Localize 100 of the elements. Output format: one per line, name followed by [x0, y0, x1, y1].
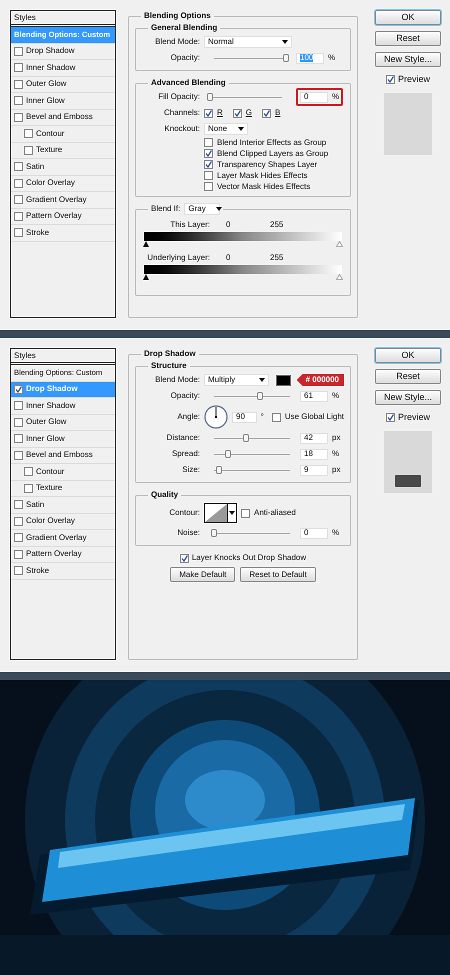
- checkbox[interactable]: [14, 112, 23, 122]
- button[interactable]: Reset: [375, 369, 441, 384]
- checkbox[interactable]: [14, 195, 23, 204]
- checkbox[interactable]: [24, 146, 33, 155]
- style-label: Outer Glow: [26, 78, 66, 90]
- checkbox[interactable]: [14, 46, 23, 56]
- checkbox[interactable]: [204, 149, 213, 158]
- slider-thumb[interactable]: [207, 92, 213, 100]
- style-item[interactable]: Inner Glow: [11, 431, 115, 448]
- slider-thumb[interactable]: [211, 528, 217, 536]
- field-label: Blend If:: [151, 203, 180, 215]
- group-title: Quality: [150, 489, 180, 501]
- checkbox[interactable]: [14, 450, 23, 460]
- style-item[interactable]: Pattern Overlay: [11, 208, 115, 225]
- checkbox[interactable]: [241, 508, 250, 518]
- style-item[interactable]: Drop Shadow: [11, 44, 115, 60]
- dropdown[interactable]: Multiply: [204, 374, 269, 386]
- checkbox[interactable]: [14, 418, 23, 427]
- style-item[interactable]: Stroke: [11, 563, 115, 580]
- checkbox[interactable]: [204, 182, 213, 191]
- style-item[interactable]: Texture: [11, 480, 115, 497]
- button[interactable]: Reset to Default: [240, 567, 316, 582]
- dropdown[interactable]: Gray: [184, 203, 220, 215]
- style-label: Satin: [26, 498, 44, 511]
- color-swatch[interactable]: [276, 374, 291, 386]
- style-label: Inner Glow: [26, 432, 65, 445]
- button[interactable]: New Style...: [375, 390, 441, 405]
- checkbox[interactable]: [262, 108, 272, 118]
- value-field[interactable]: 42: [300, 432, 328, 444]
- checkbox[interactable]: [24, 467, 33, 476]
- button[interactable]: New Style...: [375, 52, 441, 67]
- checkbox[interactable]: [272, 412, 281, 422]
- checkbox[interactable]: [386, 75, 395, 84]
- checkbox[interactable]: [14, 178, 23, 188]
- style-item[interactable]: Outer Glow: [11, 76, 115, 93]
- slider-thumb[interactable]: [283, 54, 289, 62]
- style-item[interactable]: Bevel and Emboss: [11, 448, 115, 464]
- checkbox[interactable]: [14, 212, 23, 221]
- button[interactable]: OK: [375, 10, 441, 25]
- checkbox[interactable]: [386, 413, 395, 422]
- checkbox[interactable]: [180, 554, 189, 562]
- checkbox[interactable]: [14, 401, 23, 410]
- style-item[interactable]: Pattern Overlay: [11, 546, 115, 563]
- checkbox[interactable]: [24, 129, 33, 138]
- checkbox-label: Layer Mask Hides Effects: [217, 170, 308, 182]
- value-field[interactable]: 0: [300, 92, 328, 102]
- dropdown[interactable]: None: [204, 123, 248, 135]
- style-item[interactable]: Satin: [11, 497, 115, 514]
- checkbox[interactable]: [232, 108, 242, 118]
- style-item[interactable]: Inner Shadow: [11, 398, 115, 414]
- checkbox[interactable]: [14, 228, 23, 238]
- style-item[interactable]: Stroke: [11, 225, 115, 242]
- value-field[interactable]: 18: [300, 448, 328, 460]
- style-item[interactable]: Texture: [11, 142, 115, 159]
- button[interactable]: OK: [375, 348, 441, 363]
- button[interactable]: Make Default: [170, 567, 236, 582]
- checkbox[interactable]: [14, 550, 23, 559]
- dropdown[interactable]: Normal: [204, 36, 292, 48]
- value-field[interactable]: 0: [300, 528, 328, 538]
- checkbox[interactable]: [14, 80, 23, 89]
- value-field[interactable]: 61: [300, 390, 328, 402]
- style-item[interactable]: Contour: [11, 126, 115, 142]
- style-item[interactable]: Inner Shadow: [11, 60, 115, 76]
- style-item[interactable]: Color Overlay: [11, 514, 115, 530]
- checkbox[interactable]: [14, 162, 23, 172]
- contour-picker[interactable]: [204, 503, 237, 523]
- checkbox[interactable]: [204, 138, 213, 147]
- checkbox[interactable]: [14, 516, 23, 526]
- style-item[interactable]: Gradient Overlay: [11, 530, 115, 546]
- checkbox[interactable]: [204, 171, 213, 180]
- slider-thumb[interactable]: [216, 466, 222, 474]
- checkbox[interactable]: [24, 484, 33, 493]
- checkbox-label: Blend Interior Effects as Group: [217, 136, 326, 148]
- checkbox[interactable]: [14, 96, 23, 106]
- style-item[interactable]: Inner Glow: [11, 93, 115, 110]
- style-item[interactable]: Color Overlay: [11, 176, 115, 192]
- button[interactable]: Reset: [375, 31, 441, 46]
- style-item[interactable]: Satin: [11, 159, 115, 176]
- unit-label: °: [260, 411, 264, 423]
- checkbox[interactable]: [14, 434, 23, 444]
- value-field[interactable]: 9: [300, 464, 328, 476]
- checkbox[interactable]: [14, 63, 23, 72]
- style-label: Contour: [36, 128, 64, 140]
- style-item[interactable]: Bevel and Emboss: [11, 110, 115, 126]
- checkbox[interactable]: [14, 384, 23, 394]
- checkbox[interactable]: [14, 566, 23, 576]
- slider-thumb[interactable]: [257, 392, 264, 400]
- checkbox[interactable]: [14, 500, 23, 510]
- style-item[interactable]: Contour: [11, 464, 115, 480]
- style-item[interactable]: Outer Glow: [11, 414, 115, 431]
- checkbox[interactable]: [14, 533, 23, 542]
- slider-thumb[interactable]: [224, 450, 231, 458]
- slider-thumb[interactable]: [242, 434, 249, 442]
- checkbox[interactable]: [204, 108, 213, 118]
- style-item[interactable]: Gradient Overlay: [11, 192, 115, 208]
- style-label: Color Overlay: [26, 515, 75, 528]
- style-label: Pattern Overlay: [26, 548, 82, 560]
- value-field[interactable]: 90: [232, 412, 257, 422]
- caret-icon: [258, 378, 265, 382]
- checkbox[interactable]: [204, 160, 213, 169]
